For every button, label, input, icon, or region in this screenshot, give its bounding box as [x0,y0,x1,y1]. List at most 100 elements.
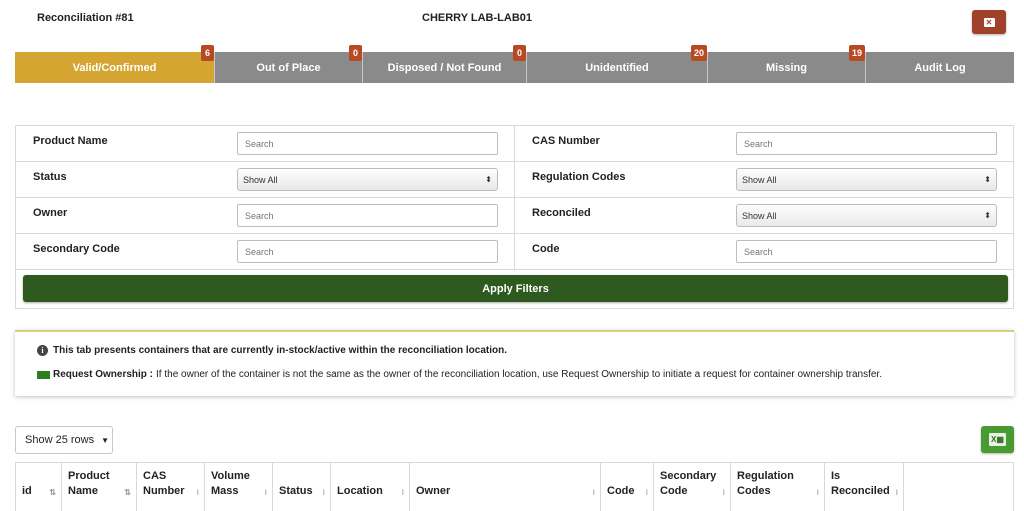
filter-label: Reconciled [532,207,591,219]
column-header-cas-number[interactable]: CAS Number ⁝ [137,463,205,511]
info-icon: i [37,345,48,356]
owner-input[interactable] [237,204,498,227]
column-label: Volume Mass [211,470,250,497]
filter-label: Owner [33,207,68,219]
filter-label: Product Name [33,135,108,147]
tab-out-of-place[interactable]: Out of Place 0 [215,45,363,83]
select-value: Show All [742,210,777,221]
filter-row: Product Name CAS Number [16,126,1013,162]
select-arrows-icon: ⬍ [984,175,991,184]
select-value: Show All [243,174,278,185]
column-header-code[interactable]: Code ⁝ [601,463,654,511]
sort-asc-icon: ⇅ [124,488,131,497]
tab-count-badge: 6 [201,45,214,61]
cas-number-input[interactable] [736,132,997,155]
tab-label: Disposed / Not Found [387,61,502,74]
sort-icon: ⁝ [722,488,725,497]
sort-icon: ⁝ [816,488,819,497]
reconciliation-page: Reconciliation #81 CHERRY LAB-LAB01 ✕ Va… [0,0,1024,511]
info-line: i This tab presents containers that are … [37,345,507,356]
tab-audit-log[interactable]: Audit Log [866,52,1014,83]
filter-label: Status [33,171,67,183]
column-header-actions [904,463,1013,511]
filter-label: Regulation Codes [532,171,626,183]
tab-count-badge: 19 [848,45,865,61]
close-button[interactable]: ✕ [972,10,1006,34]
tab-label: Missing [766,61,807,74]
reconciled-select[interactable]: Show All ⬍ [736,204,997,227]
sort-icon: ⁝ [264,488,267,497]
sort-icon: ⁝ [645,488,648,497]
apply-filters-button[interactable]: Apply Filters [23,275,1008,302]
filter-reconciled: Reconciled Show All ⬍ [515,198,1013,233]
tab-count-badge: 20 [690,45,707,61]
sort-icon: ⁝ [401,488,404,497]
filter-row: Secondary Code Code [16,234,1013,270]
tab-count-badge: 0 [349,45,362,61]
column-header-product-name[interactable]: Product Name ⇅ [62,463,137,511]
column-header-secondary-code[interactable]: Secondary Code ⁝ [654,463,731,511]
filter-row: Owner Reconciled Show All ⬍ [16,198,1013,234]
tab-count-badge: 0 [513,45,526,61]
filter-label: Code [532,243,560,255]
tab-valid-confirmed[interactable]: Valid/Confirmed 6 [15,45,215,83]
filter-cas-number: CAS Number [515,126,1013,161]
column-label: Owner [416,485,451,497]
tab-missing[interactable]: Missing 19 [708,45,866,83]
status-select[interactable]: Show All ⬍ [237,168,498,191]
tab-label: Valid/Confirmed [72,61,157,74]
request-ownership-swatch [37,370,50,379]
filter-row: Status Show All ⬍ Regulation Codes Show … [16,162,1013,198]
column-label: id [22,485,32,497]
tab-bar: Valid/Confirmed 6 Out of Place 0 Dispose… [15,45,1014,83]
code-input[interactable] [736,240,997,263]
column-label: Regulation Codes [737,470,794,497]
filter-regulation-codes: Regulation Codes Show All ⬍ [515,162,1013,197]
column-header-volume-mass[interactable]: Volume Mass ⁝ [205,463,273,511]
request-ownership-note: Request Ownership : If the owner of the … [37,369,882,380]
column-header-id[interactable]: id ⇅ [16,463,62,511]
column-label: Status [279,485,313,497]
product-name-input[interactable] [237,132,498,155]
column-label: Location [337,485,383,497]
column-label: Product Name [68,470,110,497]
sort-asc-icon: ⇅ [49,488,56,497]
select-value: Show All [742,174,777,185]
info-panel: i This tab presents containers that are … [15,330,1014,396]
tab-disposed-not-found[interactable]: Disposed / Not Found 0 [363,45,527,83]
sort-icon: ⁝ [196,488,199,497]
tab-label: Unidentified [585,61,649,74]
table-header: id ⇅ Product Name ⇅ CAS Number ⁝ Volume … [15,462,1014,511]
filter-label: CAS Number [532,135,600,147]
excel-icon: X▦ [989,433,1006,446]
column-header-regulation-codes[interactable]: Regulation Codes ⁝ [731,463,825,511]
rows-per-page-value: Show 25 rows [25,434,95,446]
column-header-is-reconciled[interactable]: Is Reconciled ⁝ [825,463,904,511]
rows-per-page-select[interactable]: Show 25 rows ▼ [15,426,113,454]
select-arrows-icon: ⬍ [984,211,991,220]
column-label: Is Reconciled [831,470,890,497]
tab-unidentified[interactable]: Unidentified 20 [527,45,708,83]
page-title: Reconciliation #81 [37,12,134,24]
secondary-code-input[interactable] [237,240,498,263]
request-ownership-text: If the owner of the container is not the… [156,369,882,380]
filter-panel: Product Name CAS Number Status Show All … [15,125,1014,309]
column-label: CAS Number [143,470,185,497]
filter-status: Status Show All ⬍ [16,162,515,197]
column-label: Secondary Code [660,470,717,497]
export-excel-button[interactable]: X▦ [981,426,1014,453]
info-text: This tab presents containers that are cu… [53,345,507,356]
filter-code: Code [515,234,1013,269]
close-icon: ✕ [983,17,995,27]
tab-label: Audit Log [914,61,966,74]
caret-down-icon: ▼ [101,435,110,445]
sort-icon: ⁝ [895,488,898,497]
filter-label: Secondary Code [33,243,120,255]
filter-product-name: Product Name [16,126,515,161]
column-header-status[interactable]: Status ⁝ [273,463,331,511]
column-header-owner[interactable]: Owner ⁝ [410,463,601,511]
request-ownership-label: Request Ownership : [53,369,154,380]
regulation-codes-select[interactable]: Show All ⬍ [736,168,997,191]
column-header-location[interactable]: Location ⁝ [331,463,410,511]
select-arrows-icon: ⬍ [485,175,492,184]
